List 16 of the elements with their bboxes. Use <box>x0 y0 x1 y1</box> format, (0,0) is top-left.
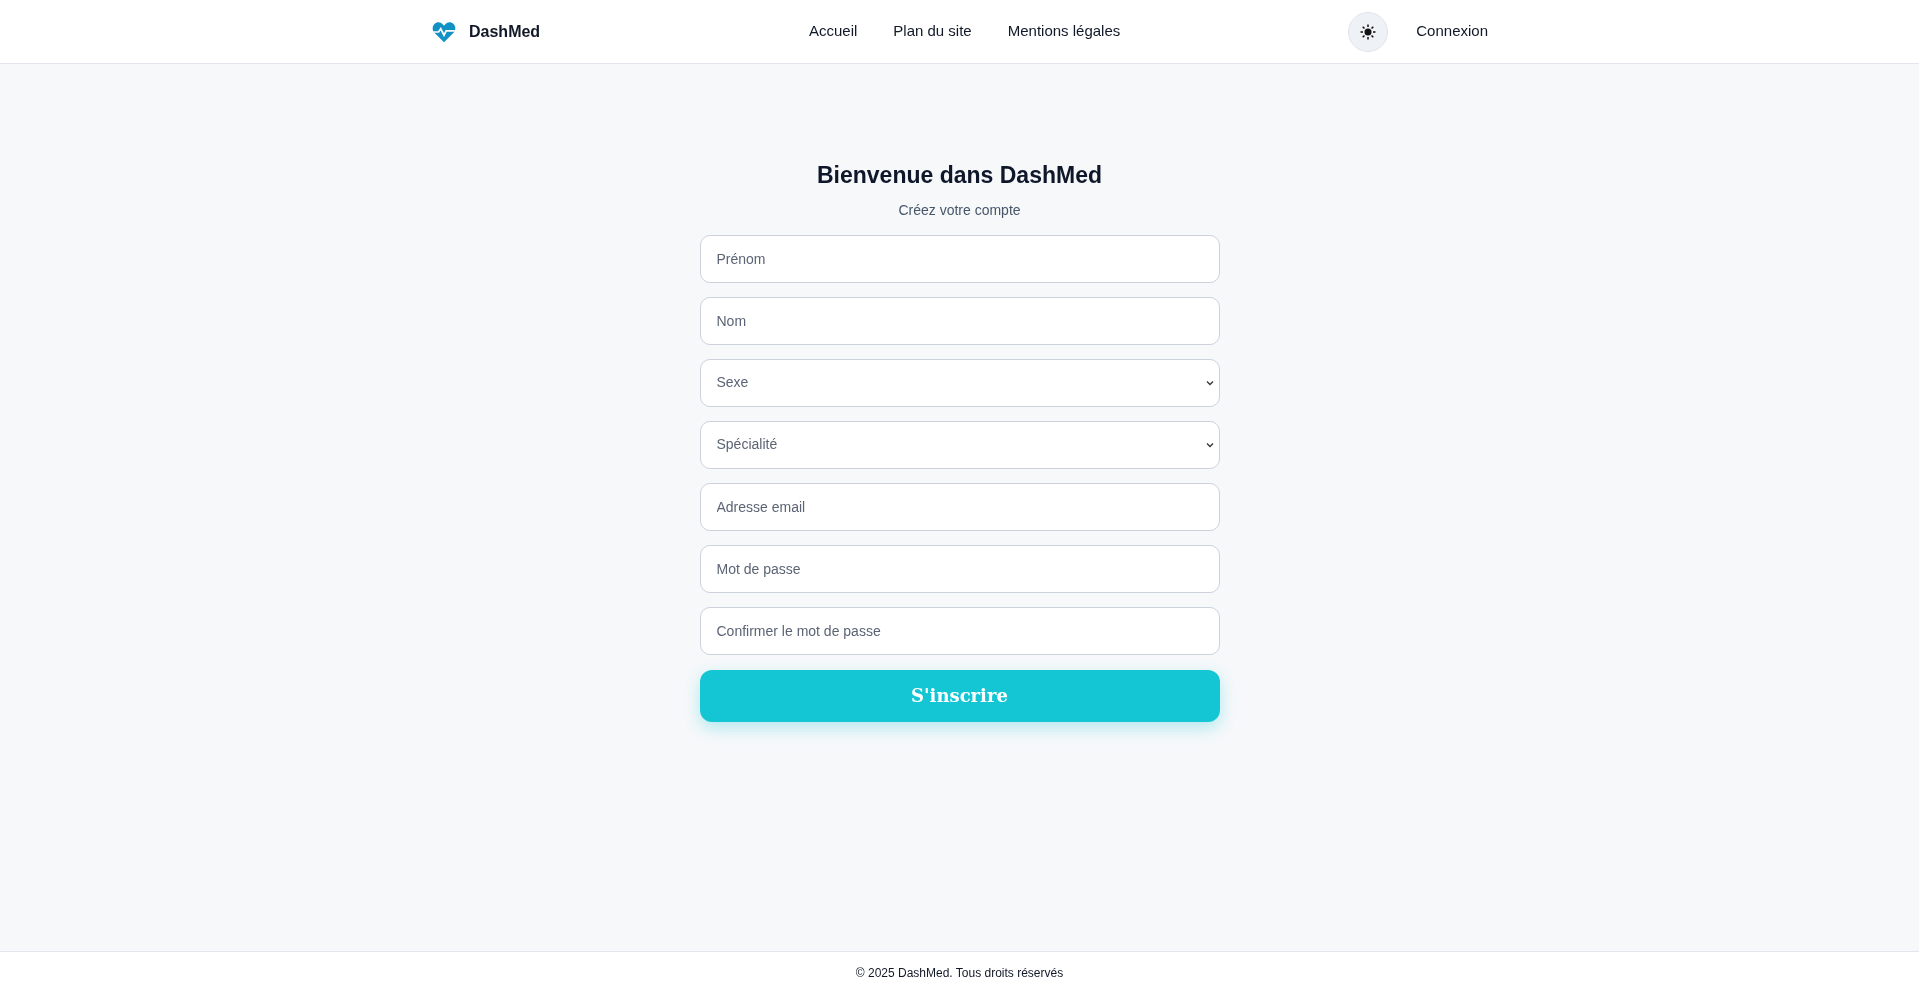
login-link[interactable]: Connexion <box>1416 20 1488 43</box>
brand-name: DashMed <box>469 21 541 42</box>
nav-link[interactable]: Plan du site <box>893 20 972 43</box>
copyright-text: © 2025 DashMed. Tous droits réservés <box>855 965 1064 982</box>
page-title: Bienvenue dans DashMed <box>817 161 1102 190</box>
sun-icon <box>1360 23 1377 40</box>
input-field[interactable]: Nom <box>699 296 1220 345</box>
nav-link[interactable]: Mentions légales <box>1007 20 1121 43</box>
input-field[interactable]: Adresse email <box>699 482 1220 531</box>
input-field[interactable]: Mot de passe <box>699 544 1220 593</box>
select-field[interactable]: Sexe <box>699 358 1220 407</box>
input-field[interactable]: Prénom <box>699 234 1220 283</box>
nav-link[interactable]: Accueil <box>808 20 858 43</box>
input-field[interactable]: Confirmer le mot de passe <box>699 606 1220 655</box>
select-field[interactable]: Spécialité <box>699 420 1220 469</box>
page-subtitle: Créez votre compte <box>898 200 1021 220</box>
